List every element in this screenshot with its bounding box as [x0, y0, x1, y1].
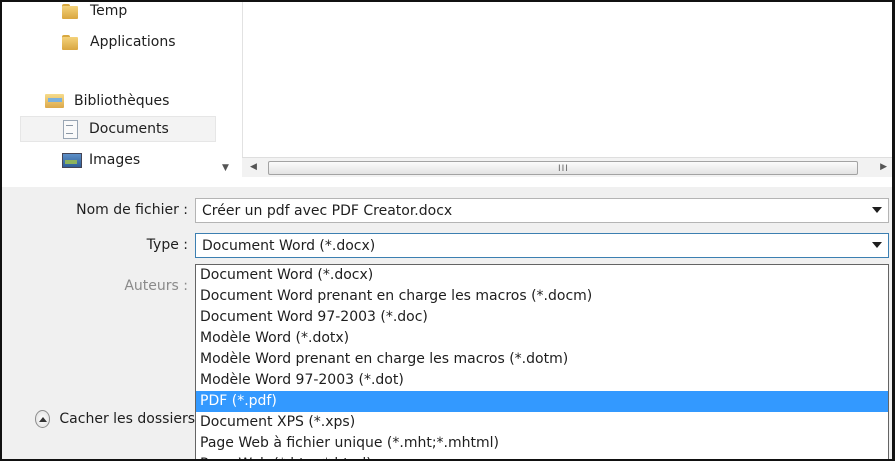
type-option[interactable]: Modèle Word (*.dotx) — [196, 328, 888, 349]
sidebar-item-label: Images — [89, 152, 141, 168]
sidebar-item-label: Documents — [89, 121, 169, 137]
file-list[interactable] — [242, 2, 892, 157]
type-option[interactable]: PDF (*.pdf) — [196, 391, 888, 412]
type-dropdown-list: Document Word (*.docx) Document Word pren… — [195, 264, 889, 459]
filename-value[interactable]: Créer un pdf avec PDF Creator.docx — [202, 203, 452, 219]
type-combobox[interactable]: Document Word (*.docx) — [195, 233, 889, 258]
sidebar-item-label: Bibliothèques — [74, 93, 170, 109]
type-option[interactable]: Document XPS (*.xps) — [196, 412, 888, 433]
horizontal-scrollbar[interactable]: ◀ III ▶ — [242, 157, 892, 177]
folder-icon — [60, 3, 80, 20]
sidebar-item-documents[interactable]: Documents — [20, 116, 216, 142]
type-option[interactable]: Page Web (*.htm;*.html) — [196, 454, 888, 459]
type-value[interactable]: Document Word (*.docx) — [202, 237, 376, 254]
type-option[interactable]: Document Word prenant en charge les macr… — [196, 286, 888, 307]
browser-area: Temp Applications Bibliothèques Document… — [2, 2, 892, 187]
sidebar-item-images[interactable]: Images — [61, 147, 140, 173]
library-icon — [44, 92, 66, 110]
scrollbar-grip: III — [558, 164, 569, 174]
hide-folders-label: Cacher les dossiers — [59, 411, 195, 427]
save-dialog: Temp Applications Bibliothèques Document… — [0, 0, 895, 461]
scroll-left-arrow-icon[interactable]: ◀ — [250, 162, 257, 172]
documents-icon — [61, 119, 79, 139]
folder-icon — [60, 34, 80, 51]
navigation-pane: Temp Applications Bibliothèques Document… — [2, 2, 242, 187]
filename-label: Nom de fichier : — [76, 202, 188, 218]
hide-folders-button[interactable]: Cacher les dossiers — [35, 410, 195, 428]
filename-combobox[interactable]: Créer un pdf avec PDF Creator.docx — [195, 198, 889, 223]
type-option[interactable]: Modèle Word 97-2003 (*.dot) — [196, 370, 888, 391]
sidebar-item-temp[interactable]: Temp — [60, 2, 128, 24]
images-icon — [61, 151, 82, 169]
sidebar-item-libraries[interactable]: Bibliothèques — [44, 88, 169, 114]
type-option[interactable]: Document Word 97-2003 (*.doc) — [196, 307, 888, 328]
chevron-down-icon[interactable] — [872, 242, 882, 248]
type-option[interactable]: Page Web à fichier unique (*.mht;*.mhtml… — [196, 433, 888, 454]
collapse-up-icon — [35, 410, 51, 428]
sidebar-item-applications[interactable]: Applications — [60, 29, 176, 55]
sidebar-item-label: Temp — [90, 3, 128, 19]
sidebar-item-label: Applications — [90, 34, 176, 50]
scroll-right-arrow-icon[interactable]: ▶ — [880, 162, 887, 172]
sidebar-scroll-down-arrow-icon[interactable]: ▼ — [222, 163, 229, 173]
type-label: Type : — [146, 237, 188, 253]
type-option[interactable]: Modèle Word prenant en charge les macros… — [196, 349, 888, 370]
scrollbar-thumb[interactable]: III — [268, 161, 858, 175]
authors-label: Auteurs : — [124, 278, 188, 294]
type-option[interactable]: Document Word (*.docx) — [196, 265, 888, 286]
chevron-down-icon[interactable] — [872, 207, 882, 213]
